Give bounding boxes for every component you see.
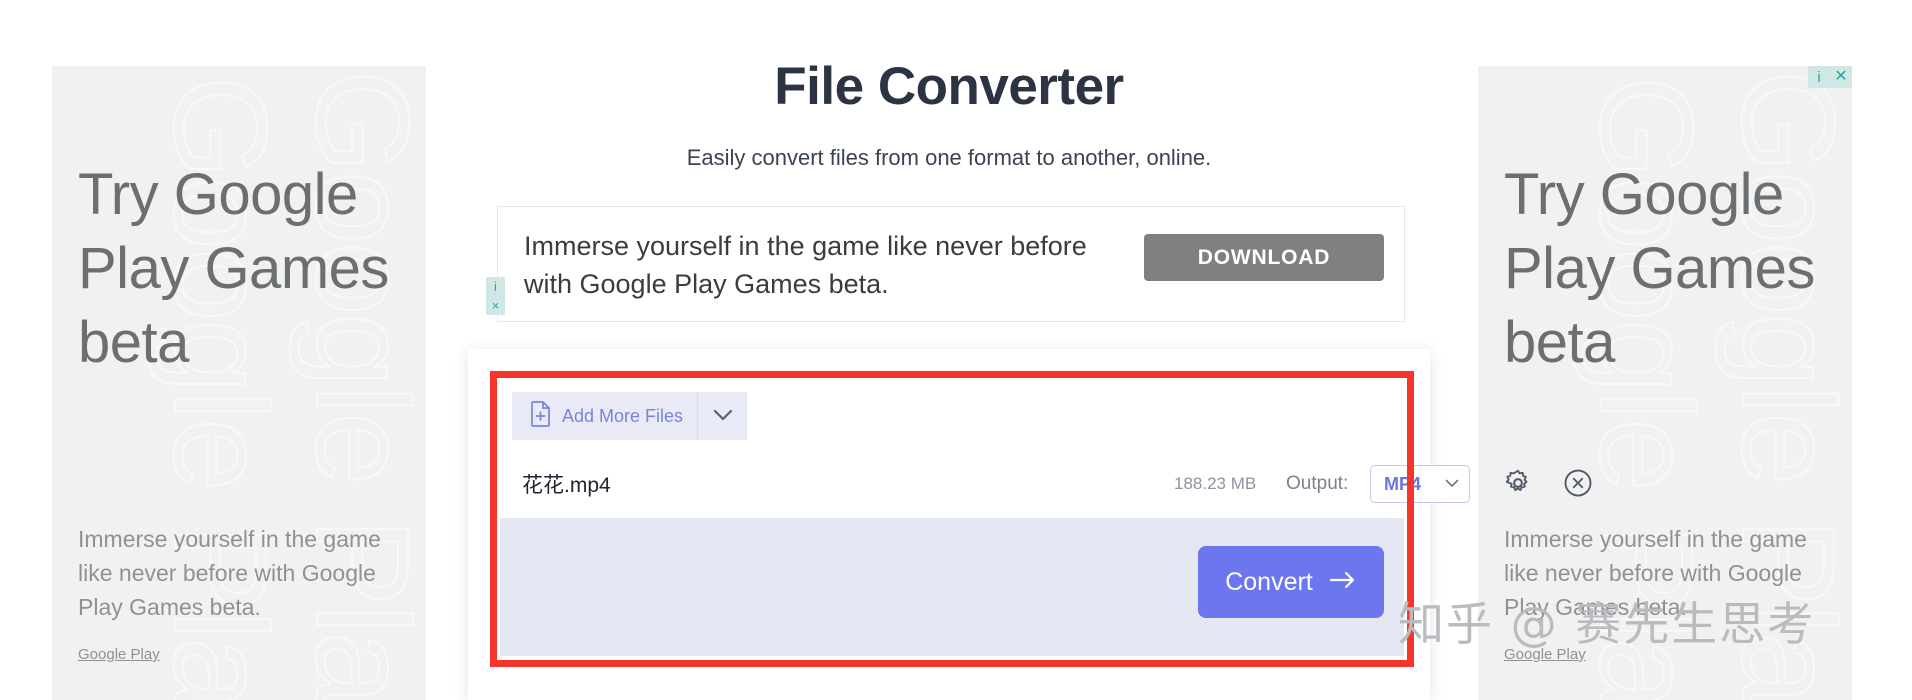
file-name: 花花.mp4: [522, 474, 611, 497]
file-row: 花花.mp4 188.23 MB Output: MP4: [500, 450, 1592, 518]
right-ad-link[interactable]: Google Play: [1504, 646, 1586, 663]
right-ad-adchoices[interactable]: i ✕: [1808, 66, 1852, 88]
output-format-select[interactable]: MP4: [1370, 465, 1470, 503]
left-ad-link[interactable]: Google Play: [78, 646, 160, 663]
close-icon[interactable]: ×: [486, 296, 505, 315]
add-more-files-button[interactable]: Add More Files: [512, 392, 704, 440]
converter-toolbar: Add More Files: [500, 382, 1404, 440]
chevron-down-icon: [713, 409, 733, 424]
chevron-down-icon: [1445, 475, 1459, 493]
banner-adchoices[interactable]: i ×: [486, 277, 505, 315]
info-icon[interactable]: i: [486, 277, 505, 296]
left-ad-body: Immerse yourself in the game like never …: [78, 526, 381, 620]
file-size: 188.23 MB: [1174, 474, 1257, 493]
right-ad-body: Immerse yourself in the game like never …: [1504, 526, 1807, 620]
output-format-value: MP4: [1384, 473, 1422, 494]
converter-inner: Add More Files 花花.mp4 188.23 MB Output:: [500, 382, 1592, 656]
converter-card: Add More Files 花花.mp4 188.23 MB Output:: [468, 349, 1592, 700]
output-label: Output:: [1286, 473, 1349, 494]
add-more-files-label: Add More Files: [562, 405, 684, 426]
settings-gear-button[interactable]: [1500, 466, 1536, 502]
add-more-files-dropdown-button[interactable]: [697, 392, 747, 440]
info-icon[interactable]: i: [1808, 66, 1830, 88]
convert-button-label: Convert: [1225, 567, 1313, 596]
left-ad-headline: Try Google Play Games beta: [78, 162, 389, 375]
right-sidebar-ad[interactable]: Google Play Google Play i ✕ Try Google P…: [1478, 66, 1852, 700]
arrow-right-icon: [1329, 568, 1357, 597]
right-ad-headline: Try Google Play Games beta: [1504, 162, 1815, 375]
left-sidebar-ad[interactable]: Google Play Google Play Try Google Play …: [52, 66, 426, 700]
close-circle-icon: [1563, 468, 1593, 501]
banner-ad-text: Immerse yourself in the game like never …: [524, 231, 1087, 299]
remove-file-button[interactable]: [1560, 466, 1596, 502]
gear-icon: [1503, 468, 1533, 501]
add-file-icon: [530, 400, 552, 432]
download-button[interactable]: DOWNLOAD: [1144, 234, 1384, 281]
close-icon[interactable]: ✕: [1830, 66, 1852, 88]
converter-footer: Convert: [500, 518, 1404, 656]
page-title: File Converter: [774, 57, 1124, 116]
main-content: File Converter Easily convert files from…: [468, 0, 1592, 700]
convert-button[interactable]: Convert: [1198, 546, 1384, 618]
banner-ad[interactable]: Immerse yourself in the game like never …: [486, 206, 1405, 322]
page-root: Google Play Google Play Try Google Play …: [0, 0, 1912, 700]
page-subtitle: Easily convert files from one format to …: [686, 145, 1212, 170]
